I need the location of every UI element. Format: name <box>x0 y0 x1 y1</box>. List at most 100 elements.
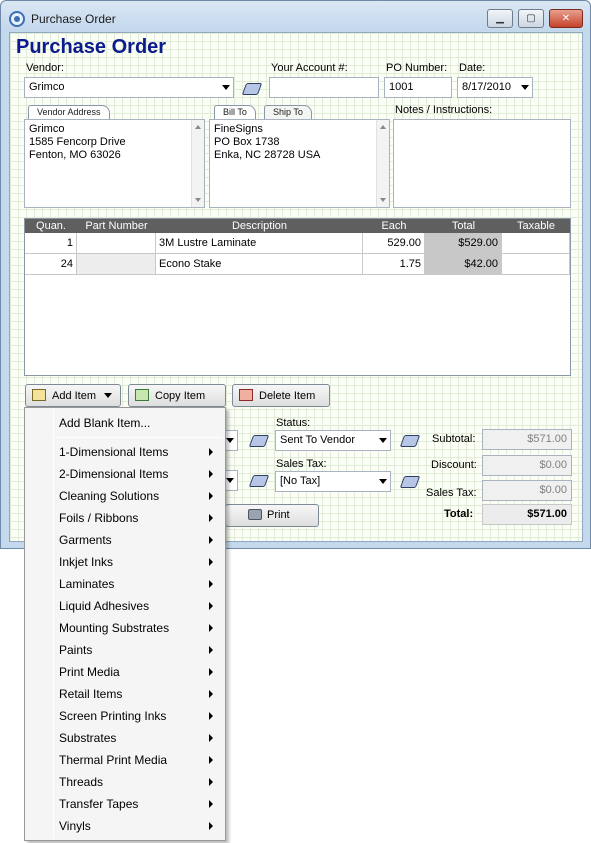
submenu-arrow-icon <box>209 822 213 830</box>
column-header-part-number[interactable]: Part Number <box>77 220 156 232</box>
scroll-down-icon[interactable] <box>380 198 386 202</box>
menu-item[interactable]: Threads <box>27 771 223 793</box>
menu-item-label: Add Blank Item... <box>59 416 151 430</box>
bill-to-line: PO Box 1738 <box>214 136 280 148</box>
menu-item[interactable]: Paints <box>27 639 223 661</box>
menu-item[interactable]: Laminates <box>27 573 223 595</box>
cell-taxable[interactable] <box>502 254 570 275</box>
submenu-arrow-icon <box>209 470 213 478</box>
column-header-taxable[interactable]: Taxable <box>502 220 570 232</box>
menu-item[interactable]: Transfer Tapes <box>27 793 223 815</box>
menu-separator <box>55 437 222 438</box>
submenu-arrow-icon <box>209 536 213 544</box>
title-bar[interactable]: Purchase Order ▁ ▢ ✕ <box>1 1 590 31</box>
menu-item[interactable]: Thermal Print Media <box>27 749 223 771</box>
sales-tax-field: $0.00 <box>482 480 572 501</box>
bill-to-line: Enka, NC 28728 USA <box>214 149 321 161</box>
items-table: Quan. Part Number Description Each Total… <box>24 218 571 376</box>
chevron-down-icon <box>104 393 113 398</box>
scroll-up-icon[interactable] <box>380 125 386 129</box>
sales-tax-select[interactable]: [No Tax] <box>275 471 391 492</box>
column-header-total[interactable]: Total <box>425 220 502 232</box>
column-header-description[interactable]: Description <box>156 220 363 232</box>
vendor-select[interactable]: Grimco <box>24 77 234 98</box>
chevron-down-icon <box>379 438 387 443</box>
menu-item[interactable]: Garments <box>27 529 223 551</box>
delete-item-label: Delete Item <box>259 390 316 402</box>
menu-item[interactable]: Screen Printing Inks <box>27 705 223 727</box>
table-header: Quan. Part Number Description Each Total… <box>25 219 570 233</box>
tab-vendor-address[interactable]: Vendor Address <box>28 105 110 120</box>
app-icon[interactable] <box>9 11 25 27</box>
cell-part[interactable] <box>77 254 156 275</box>
chevron-down-icon <box>379 479 387 484</box>
discount-field[interactable]: $0.00 <box>482 455 572 476</box>
menu-item-label: Print Media <box>59 665 120 679</box>
status-select[interactable]: Sent To Vendor <box>275 430 391 451</box>
scrollbar[interactable] <box>376 120 389 207</box>
submenu-arrow-icon <box>209 668 213 676</box>
cell-total: $529.00 <box>425 233 502 254</box>
menu-item[interactable]: 2-Dimensional Items <box>27 463 223 485</box>
submenu-arrow-icon <box>209 514 213 522</box>
menu-item-label: Laminates <box>59 577 115 591</box>
menu-item-label: Mounting Substrates <box>59 621 170 635</box>
submenu-arrow-icon <box>209 734 213 742</box>
cell-description[interactable]: Econo Stake <box>156 254 363 275</box>
notes-field[interactable] <box>393 119 571 208</box>
submenu-arrow-icon <box>209 602 213 610</box>
sales-tax-select-label: Sales Tax: <box>276 458 327 470</box>
menu-item[interactable]: Foils / Ribbons <box>27 507 223 529</box>
menu-item-add-blank[interactable]: Add Blank Item... <box>27 412 223 434</box>
close-button[interactable]: ✕ <box>549 9 583 28</box>
cell-description[interactable]: 3M Lustre Laminate <box>156 233 363 254</box>
cell-each[interactable]: 529.00 <box>363 233 425 254</box>
menu-item[interactable]: Cleaning Solutions <box>27 485 223 507</box>
menu-item[interactable]: Substrates <box>27 727 223 749</box>
menu-item-label: Thermal Print Media <box>59 753 168 767</box>
scrollbar[interactable] <box>191 120 204 207</box>
cell-quan[interactable]: 1 <box>25 233 77 254</box>
add-item-icon <box>32 389 46 401</box>
print-label: Print <box>267 509 290 521</box>
tab-bill-to[interactable]: Bill To <box>214 105 256 120</box>
menu-item[interactable]: Retail Items <box>27 683 223 705</box>
menu-item-label: Liquid Adhesives <box>59 599 150 613</box>
menu-item[interactable]: Mounting Substrates <box>27 617 223 639</box>
bill-to-box[interactable]: FineSigns PO Box 1738 Enka, NC 28728 USA <box>209 119 390 208</box>
print-button[interactable]: Print <box>225 504 319 527</box>
scroll-up-icon[interactable] <box>195 125 201 129</box>
column-header-quan[interactable]: Quan. <box>25 220 77 232</box>
cell-quan[interactable]: 24 <box>25 254 77 275</box>
delete-item-button[interactable]: Delete Item <box>232 384 330 407</box>
add-item-button[interactable]: Add Item <box>25 384 121 407</box>
delete-item-icon <box>239 389 253 401</box>
cell-each[interactable]: 1.75 <box>363 254 425 275</box>
menu-item[interactable]: Print Media <box>27 661 223 683</box>
menu-item[interactable]: Inkjet Inks <box>27 551 223 573</box>
submenu-arrow-icon <box>209 800 213 808</box>
vendor-value: Grimco <box>29 81 65 93</box>
copy-item-button[interactable]: Copy Item <box>128 384 226 407</box>
vendor-address-line: Grimco <box>29 123 65 135</box>
chevron-down-icon <box>222 85 230 90</box>
bill-to-line: FineSigns <box>214 123 263 135</box>
maximize-button[interactable]: ▢ <box>518 9 544 28</box>
menu-item[interactable]: 1-Dimensional Items <box>27 441 223 463</box>
notes-label: Notes / Instructions: <box>395 104 493 116</box>
column-header-each[interactable]: Each <box>363 220 425 232</box>
tab-ship-to[interactable]: Ship To <box>264 105 312 120</box>
menu-item-label: Paints <box>59 643 93 657</box>
cell-part[interactable] <box>77 233 156 254</box>
account-field[interactable] <box>269 77 379 98</box>
menu-item[interactable]: Vinyls <box>27 815 223 837</box>
chevron-down-icon <box>521 85 529 90</box>
minimize-button[interactable]: ▁ <box>487 9 513 28</box>
date-value: 8/17/2010 <box>462 81 511 93</box>
menu-item[interactable]: Liquid Adhesives <box>27 595 223 617</box>
date-picker[interactable]: 8/17/2010 <box>457 77 533 98</box>
scroll-down-icon[interactable] <box>195 198 201 202</box>
cell-taxable[interactable] <box>502 233 570 254</box>
vendor-address-box[interactable]: Grimco 1585 Fencorp Drive Fenton, MO 630… <box>24 119 205 208</box>
po-number-field[interactable]: 1001 <box>384 77 452 98</box>
